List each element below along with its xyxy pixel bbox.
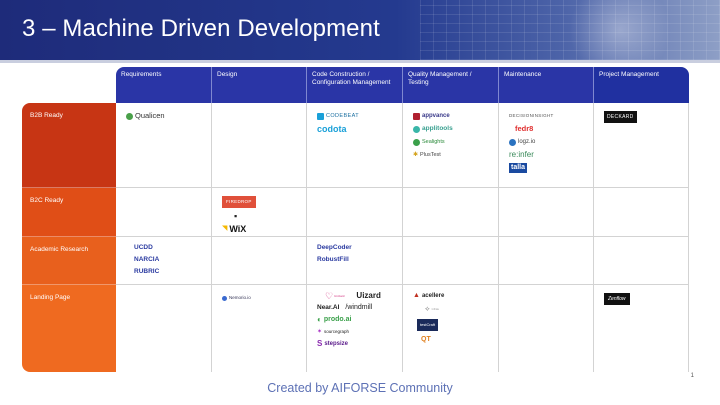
logo-sourcegraph: ✶ sourcegraph <box>317 329 350 335</box>
column-header-maintenance: Maintenance <box>499 67 594 103</box>
logo-stepsize: S stepsize <box>317 339 349 348</box>
row-header-b2c-ready: B2C Ready <box>22 188 116 237</box>
cell-landing-requirements <box>116 285 212 372</box>
matrix-corner <box>22 67 116 103</box>
nemorio-mark-icon <box>222 295 227 301</box>
logo-windmill: /windmill <box>345 304 373 311</box>
label-ucdd: UCDD <box>134 244 153 251</box>
logo-row-near-windmill: Near.AI /windmill <box>317 303 381 313</box>
row-header-landing-page: Landing Page <box>22 285 116 372</box>
cell-landing-design: Nemorio.io <box>212 285 307 372</box>
slide-header: 3 – Machine Driven Development <box>0 0 720 60</box>
appvance-mark-icon <box>413 112 420 120</box>
logo-talla: talla <box>509 163 528 173</box>
logo-reinfer: re:infer <box>509 150 534 159</box>
row-header-b2b-ready: B2B Ready <box>22 103 116 188</box>
logo-fedr8: fedr8 <box>515 124 534 133</box>
cell-b2b-maintenance: DECISIONINSIGHT fedr8 logz.io re:infer t… <box>499 103 594 188</box>
cell-landing-code: ♡ Unizard Uizard Near.AI /windmill ◐ pro… <box>307 285 403 372</box>
logo-qt: QT <box>421 336 431 343</box>
row-header-academic-research: Academic Research <box>22 237 116 285</box>
cell-b2c-requirements <box>116 188 212 237</box>
cell-landing-quality: ▲ acellere ⟡ Infinite testCraft QT <box>403 285 499 372</box>
column-header-project-management: Project Management <box>594 67 689 103</box>
column-header-requirements: Requirements <box>116 67 212 103</box>
cell-b2c-project <box>594 188 689 237</box>
logo-applitools: applitools <box>413 124 453 134</box>
infinite-mark-icon: ⟡ <box>425 306 430 313</box>
logo-nemorio: Nemorio.io <box>222 293 251 303</box>
logo-uizard: Uizard <box>356 291 381 300</box>
prodo-mark-icon: ◐ <box>317 315 322 324</box>
cell-academic-project <box>594 237 689 285</box>
logo-codota: codota <box>317 124 347 134</box>
logo-row-unizard-uizard: ♡ Unizard Uizard <box>317 291 381 301</box>
unizard-mark-icon: ♡ <box>325 291 334 301</box>
logo-near-ai: Near.AI <box>317 304 340 311</box>
cell-b2c-design: FIREDROP ▪ ◥ WiX <box>212 188 307 237</box>
applitools-mark-icon <box>413 125 420 133</box>
logzio-mark-icon <box>509 138 516 146</box>
logo-wix: ◥ WiX <box>222 224 247 234</box>
acellere-mark-icon: ▲ <box>413 292 420 299</box>
cell-academic-quality <box>403 237 499 285</box>
column-header-code-construction: Code Construction / Configuration Manage… <box>307 67 403 103</box>
cell-b2c-quality <box>403 188 499 237</box>
cell-landing-project: Zenflow <box>594 285 689 372</box>
cell-academic-maintenance <box>499 237 594 285</box>
cell-academic-code: DeepCoder RobustFill <box>307 237 403 285</box>
logo-acellere: ▲ acellere <box>413 292 445 299</box>
column-header-quality-management: Quality Management / Testing <box>403 67 499 103</box>
codebeat-mark-icon <box>317 112 324 120</box>
logo-deckard: DECKARD <box>604 111 637 123</box>
cell-academic-requirements: UCDD NARCIA RUBRIC <box>116 237 212 285</box>
logo-qualicen: Qualicen <box>126 111 165 121</box>
logo-testcraft: testCraft <box>413 319 444 331</box>
label-deepcoder: DeepCoder <box>317 244 352 251</box>
cell-b2b-code: CODEBEAT codota <box>307 103 403 188</box>
logo-sealights: Sealights <box>413 137 453 147</box>
label-rubric: RUBRIC <box>134 268 160 275</box>
slide-title: 3 – Machine Driven Development <box>22 15 380 42</box>
qualicen-mark-icon <box>126 112 133 120</box>
cell-landing-maintenance <box>499 285 594 372</box>
logo-plustest: ✱ PlusTest <box>413 152 441 158</box>
logo-decisioninsight: DECISIONINSIGHT <box>509 113 554 118</box>
slide-footer: Created by AIFORSE Community <box>267 381 453 395</box>
logo-prodo-ai: ◐ prodo.ai <box>317 315 352 324</box>
cell-b2c-code <box>307 188 403 237</box>
header-glow <box>560 0 680 60</box>
landscape-matrix: Requirements Design Code Construction / … <box>22 67 689 372</box>
cell-b2b-quality: appvance applitools Sealights ✱ PlusTest <box>403 103 499 188</box>
label-robustfill: RobustFill <box>317 256 349 263</box>
logo-infinite: ⟡ Infinite <box>425 306 440 313</box>
page-number: 1 <box>690 373 694 379</box>
cell-academic-design <box>212 237 307 285</box>
cell-b2b-project: DECKARD <box>594 103 689 188</box>
logo-zenflow: Zenflow <box>604 293 630 305</box>
plustest-mark-icon: ✱ <box>413 152 419 158</box>
logo-logzio: logz.io <box>509 137 554 147</box>
cell-b2b-requirements: Qualicen <box>116 103 212 188</box>
logo-firedrop: FIREDROP <box>222 196 256 208</box>
logo-appvance: appvance <box>413 111 453 121</box>
column-header-design: Design <box>212 67 307 103</box>
logo-square-mark: ▪ <box>234 211 238 221</box>
cell-b2c-maintenance <box>499 188 594 237</box>
sourcegraph-mark-icon: ✶ <box>317 329 323 335</box>
sealights-mark-icon <box>413 138 420 146</box>
stepsize-mark-icon: S <box>317 339 323 348</box>
logo-codebeat: CODEBEAT <box>317 111 359 121</box>
logo-unizard: ♡ Unizard <box>325 291 345 301</box>
label-narcia: NARCIA <box>134 256 160 263</box>
cell-b2b-design <box>212 103 307 188</box>
wix-mark-icon: ◥ <box>222 225 228 232</box>
header-divider <box>0 60 720 63</box>
